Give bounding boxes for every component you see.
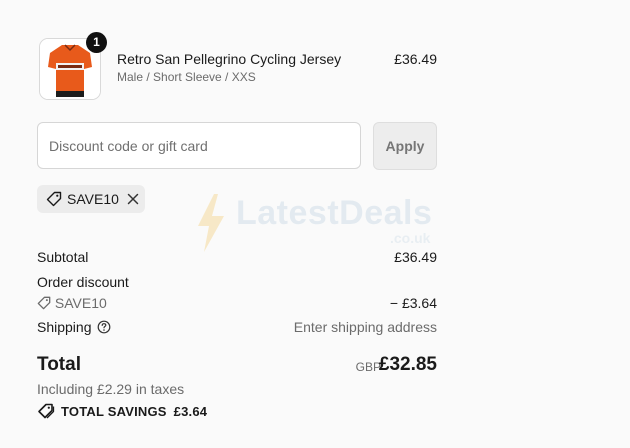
discount-code-label: SAVE10 — [54, 295, 107, 311]
tag-icon — [46, 191, 62, 207]
quantity-badge: 1 — [86, 32, 107, 53]
shipping-row: Shipping Enter shipping address — [37, 319, 437, 335]
taxes-note: Including £2.29 in taxes — [37, 381, 185, 397]
savings-tag-icon — [38, 403, 55, 419]
total-currency: GBP — [355, 360, 381, 374]
order-discount-row: Order discount — [37, 274, 437, 290]
help-circle-icon[interactable] — [97, 320, 111, 334]
subtotal-row: Subtotal £36.49 — [37, 249, 437, 265]
order-discount-label: Order discount — [37, 274, 129, 290]
discount-value: − £3.64 — [389, 295, 437, 311]
total-value: £32.85 — [378, 354, 437, 375]
subtotal-label: Subtotal — [37, 249, 89, 265]
product-price: £36.49 — [394, 51, 437, 67]
discount-code-input[interactable] — [37, 122, 361, 169]
savings-label: TOTAL SAVINGS — [61, 403, 167, 419]
remove-discount-close-icon[interactable] — [127, 193, 139, 205]
total-savings: TOTAL SAVINGS £3.64 — [37, 403, 207, 419]
product-name: Retro San Pellegrino Cycling Jersey — [117, 51, 342, 67]
applied-discount-chip: SAVE10 — [37, 185, 145, 213]
tag-icon — [37, 296, 51, 310]
apply-button[interactable]: Apply — [373, 122, 437, 170]
subtotal-value: £36.49 — [394, 249, 437, 265]
order-summary: 1 Retro San Pellegrino Cycling Jersey Ma… — [37, 0, 437, 448]
product-variant: Male / Short Sleeve / XXS — [117, 70, 256, 84]
shipping-value: Enter shipping address — [293, 319, 437, 335]
shipping-label: Shipping — [37, 319, 92, 335]
discount-code-row: SAVE10 − £3.64 — [37, 295, 437, 311]
savings-value: £3.64 — [173, 403, 208, 419]
applied-discount-code: SAVE10 — [67, 191, 119, 207]
total-label: Total — [37, 354, 81, 375]
